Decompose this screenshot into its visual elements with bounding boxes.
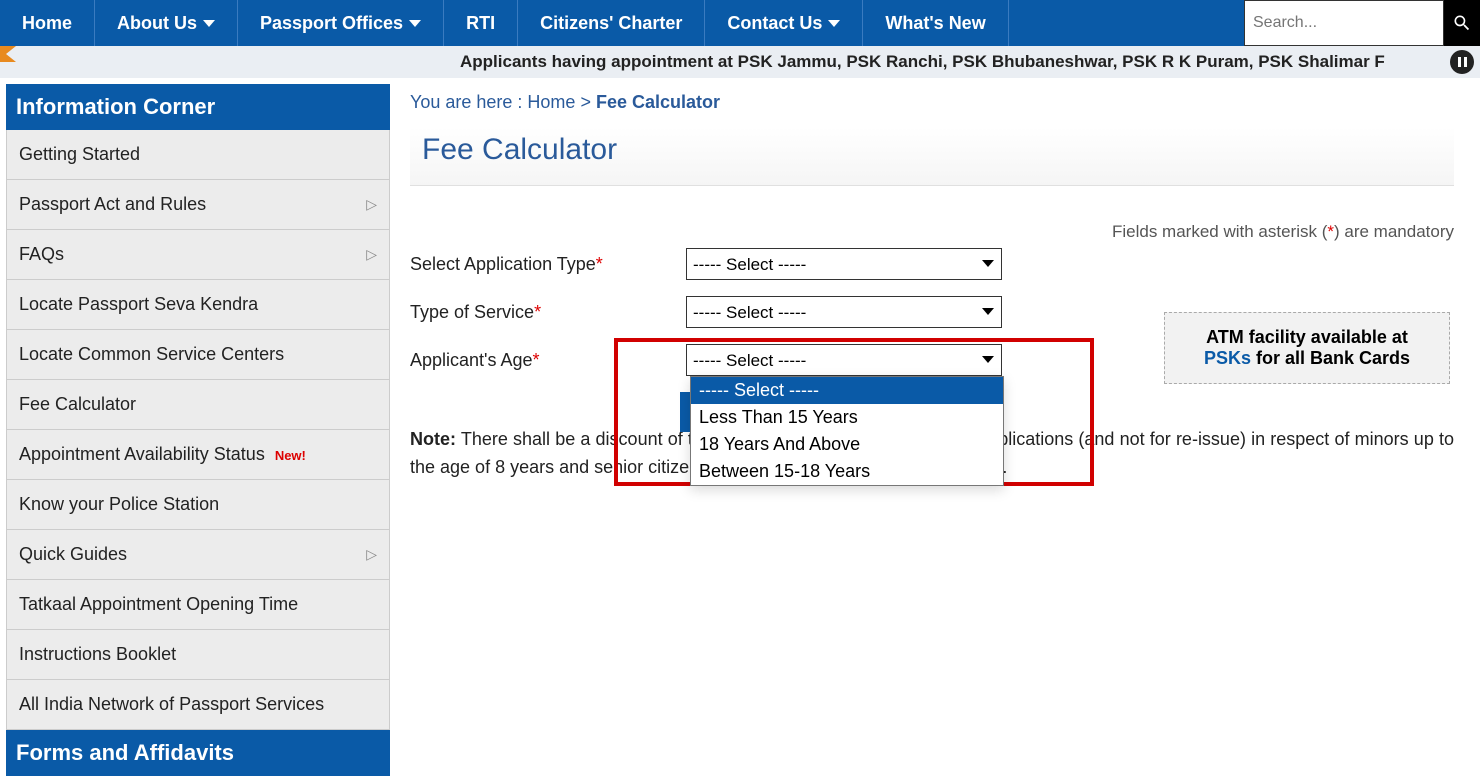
note-label: Note: — [410, 429, 456, 449]
select-application-type[interactable]: ----- Select ----- — [686, 248, 1002, 280]
nav-label: What's New — [885, 13, 985, 34]
chevron-right-icon: ▷ — [366, 246, 377, 263]
age-dropdown-list: ----- Select ----- Less Than 15 Years 18… — [690, 376, 1004, 486]
page-title: Fee Calculator — [410, 127, 1454, 186]
sidebar-item-all-india-network[interactable]: All India Network of Passport Services — [6, 680, 390, 730]
nav-whats-new[interactable]: What's New — [863, 0, 1008, 46]
sidebar-item-label: Fee Calculator — [19, 394, 136, 415]
sidebar: Information Corner Getting Started Passp… — [6, 84, 390, 776]
sidebar-header-info-corner: Information Corner — [6, 84, 390, 130]
sidebar-item-label: Tatkaal Appointment Opening Time — [19, 594, 298, 615]
sidebar-item-appointment-availability[interactable]: Appointment Availability Status New! — [6, 430, 390, 480]
sidebar-item-passport-act[interactable]: Passport Act and Rules ▷ — [6, 180, 390, 230]
breadcrumb-home[interactable]: Home — [527, 92, 575, 112]
atm-psk-link[interactable]: PSKs — [1204, 348, 1251, 368]
sidebar-item-label: Quick Guides — [19, 544, 127, 565]
sidebar-item-locate-psk[interactable]: Locate Passport Seva Kendra — [6, 280, 390, 330]
nav-label: Contact Us — [727, 13, 822, 34]
sidebar-item-police-station[interactable]: Know your Police Station — [6, 480, 390, 530]
sidebar-item-locate-csc[interactable]: Locate Common Service Centers — [6, 330, 390, 380]
chevron-right-icon: ▷ — [366, 546, 377, 563]
breadcrumb: You are here : Home > Fee Calculator — [410, 84, 1454, 127]
mandatory-note: Fields marked with asterisk (*) are mand… — [410, 222, 1454, 242]
label-service-type: Type of Service* — [410, 302, 686, 323]
nav-label: Citizens' Charter — [540, 13, 682, 34]
sidebar-item-label: Instructions Booklet — [19, 644, 176, 665]
breadcrumb-current: Fee Calculator — [596, 92, 720, 112]
top-nav: Home About Us Passport Offices RTI Citiz… — [0, 0, 1480, 46]
sidebar-item-label: Locate Passport Seva Kendra — [19, 294, 258, 315]
age-option-lt15[interactable]: Less Than 15 Years — [691, 404, 1003, 431]
age-option-select[interactable]: ----- Select ----- — [691, 377, 1003, 404]
caret-down-icon — [203, 20, 215, 27]
caret-down-icon — [828, 20, 840, 27]
sidebar-header-forms: Forms and Affidavits — [6, 730, 390, 776]
nav-home[interactable]: Home — [0, 0, 95, 46]
new-badge: New! — [275, 448, 306, 463]
label-applicants-age: Applicant's Age* — [410, 350, 686, 371]
search-wrap — [1244, 0, 1480, 46]
sidebar-item-instructions-booklet[interactable]: Instructions Booklet — [6, 630, 390, 680]
nav-citizens-charter[interactable]: Citizens' Charter — [518, 0, 705, 46]
breadcrumb-sep: > — [575, 92, 596, 112]
mandatory-pre: Fields marked with asterisk ( — [1112, 222, 1327, 241]
atm-line1: ATM facility available at — [1206, 327, 1408, 347]
marquee-tab-icon — [0, 46, 16, 62]
nav-about-us[interactable]: About Us — [95, 0, 238, 46]
sidebar-item-label: Getting Started — [19, 144, 140, 165]
nav-passport-offices[interactable]: Passport Offices — [238, 0, 444, 46]
sidebar-item-quick-guides[interactable]: Quick Guides ▷ — [6, 530, 390, 580]
sidebar-item-label: FAQs — [19, 244, 64, 265]
sidebar-item-label: Passport Act and Rules — [19, 194, 206, 215]
age-option-15-18[interactable]: Between 15-18 Years — [691, 458, 1003, 485]
sidebar-item-fee-calculator[interactable]: Fee Calculator — [6, 380, 390, 430]
nav-label: Home — [22, 13, 72, 34]
label-application-type: Select Application Type* — [410, 254, 686, 275]
search-input[interactable] — [1244, 0, 1444, 46]
search-button[interactable] — [1444, 0, 1480, 46]
nav-label: RTI — [466, 13, 495, 34]
mandatory-post: ) are mandatory — [1334, 222, 1454, 241]
sidebar-item-label: All India Network of Passport Services — [19, 694, 324, 715]
nav-rti[interactable]: RTI — [444, 0, 518, 46]
nav-label: About Us — [117, 13, 197, 34]
sidebar-item-getting-started[interactable]: Getting Started — [6, 130, 390, 180]
marquee-text: Applicants having appointment at PSK Jam… — [460, 52, 1385, 72]
sidebar-item-faqs[interactable]: FAQs ▷ — [6, 230, 390, 280]
search-icon — [1452, 13, 1472, 33]
nav-label: Passport Offices — [260, 13, 403, 34]
age-option-18plus[interactable]: 18 Years And Above — [691, 431, 1003, 458]
asterisk-icon: * — [1327, 222, 1334, 241]
caret-down-icon — [409, 20, 421, 27]
nav-contact-us[interactable]: Contact Us — [705, 0, 863, 46]
breadcrumb-prefix: You are here : — [410, 92, 527, 112]
sidebar-item-label: Know your Police Station — [19, 494, 219, 515]
marquee-bar: Applicants having appointment at PSK Jam… — [0, 46, 1480, 78]
atm-info-box: ATM facility available at PSKs for all B… — [1164, 312, 1450, 384]
select-applicants-age[interactable]: ----- Select ----- — [686, 344, 1002, 376]
chevron-right-icon: ▷ — [366, 196, 377, 213]
pause-button[interactable] — [1450, 50, 1474, 74]
sidebar-item-tatkaal[interactable]: Tatkaal Appointment Opening Time — [6, 580, 390, 630]
sidebar-item-label: Locate Common Service Centers — [19, 344, 284, 365]
sidebar-item-label: Appointment Availability Status — [19, 444, 265, 464]
atm-line2: for all Bank Cards — [1251, 348, 1410, 368]
select-service-type[interactable]: ----- Select ----- — [686, 296, 1002, 328]
